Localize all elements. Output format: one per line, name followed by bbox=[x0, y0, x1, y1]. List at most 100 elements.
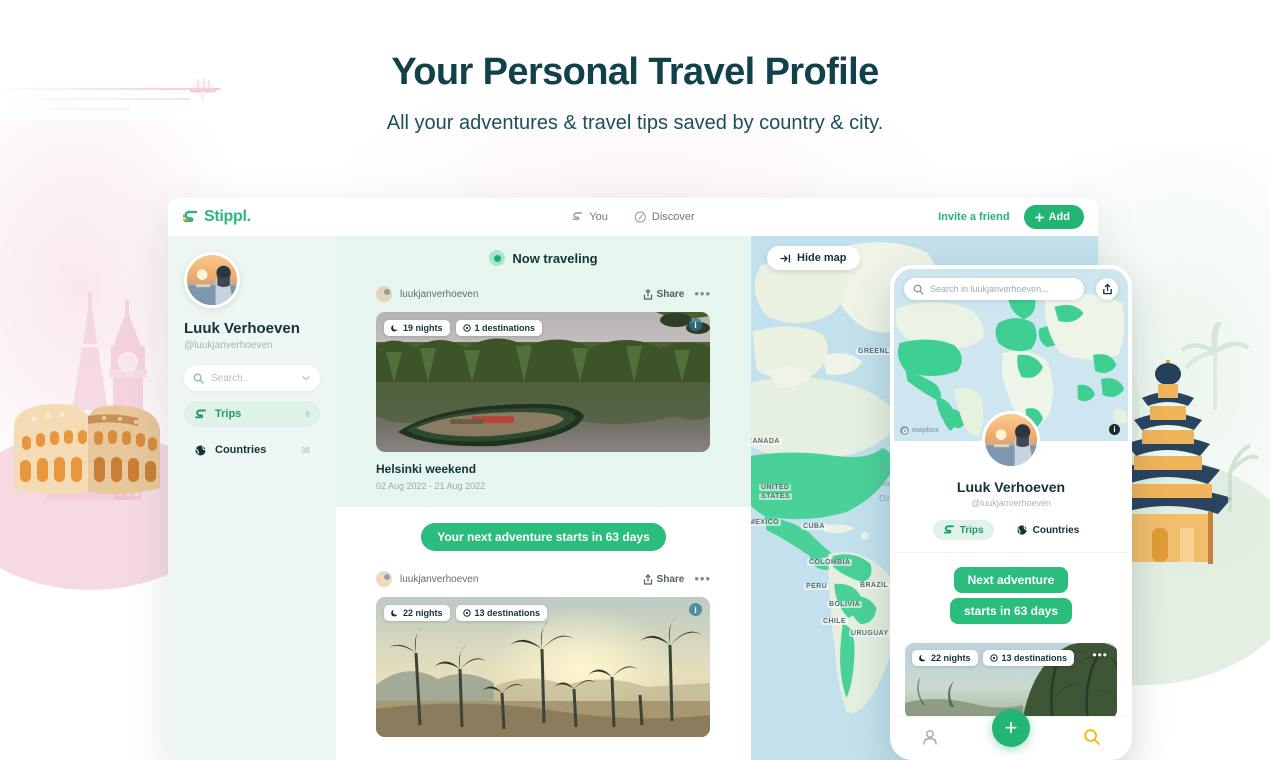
palm-tree-icon bbox=[1180, 322, 1250, 412]
share-button[interactable]: Share bbox=[643, 288, 685, 300]
live-dot-icon bbox=[489, 250, 506, 266]
info-badge[interactable]: i bbox=[689, 318, 702, 331]
destinations-chip-label: 13 destinations bbox=[1001, 653, 1068, 663]
stippl-logo-text: Stippl. bbox=[204, 208, 251, 225]
globe-icon bbox=[194, 444, 207, 457]
map-label: COLOMBIA bbox=[807, 559, 853, 566]
nav-item-discover[interactable]: Discover bbox=[634, 211, 695, 223]
app-topnav: You Discover bbox=[571, 211, 695, 223]
mapbox-logo-icon bbox=[900, 426, 909, 435]
post-header: luukjanverhoeven Share ••• bbox=[376, 571, 711, 587]
sidebar-item-countries-label: Countries bbox=[215, 444, 267, 456]
hide-map-button-label: Hide map bbox=[797, 252, 847, 264]
map-info-badge[interactable]: i bbox=[1109, 424, 1120, 435]
stippl-logo[interactable]: Stippl. bbox=[182, 208, 251, 226]
sidebar-item-trips[interactable]: Trips 6 bbox=[184, 401, 320, 427]
colosseum-icon bbox=[8, 388, 168, 508]
phone-divider bbox=[894, 552, 1128, 553]
phone-next-adventure: Next adventure starts in 63 days bbox=[894, 567, 1128, 629]
map-label: STATES bbox=[759, 493, 792, 500]
share-button[interactable]: Share bbox=[643, 573, 684, 585]
now-traveling-section: Now traveling luukjanverhoeven Share •••… bbox=[336, 236, 751, 507]
sidebar-item-countries-badge: 38 bbox=[301, 445, 310, 455]
location-pin-icon bbox=[462, 324, 471, 332]
nights-chip-label: 22 nights bbox=[931, 653, 971, 663]
trip-card[interactable]: 22 nights 13 destinations i bbox=[376, 597, 711, 737]
post-username[interactable]: luukjanverhoeven bbox=[400, 289, 478, 300]
sidebar-item-trips-label: Trips bbox=[215, 408, 242, 420]
post-username[interactable]: luukjanverhoeven bbox=[400, 574, 478, 585]
phone-trip-card[interactable]: 22 nights 13 destinations ••• bbox=[905, 643, 1117, 719]
trip-card-dates: 02 Aug 2022 - 21 Aug 2022 bbox=[376, 481, 486, 491]
phone-card-more-button[interactable]: ••• bbox=[1092, 649, 1108, 661]
map-label: CUBA bbox=[801, 523, 827, 530]
destinations-chip: 13 destinations bbox=[982, 650, 1075, 666]
trip-card-image: 19 nights 1 destinations i bbox=[376, 312, 710, 452]
info-badge[interactable]: i bbox=[689, 603, 702, 616]
page-subtitle: All your adventures & travel tips saved … bbox=[386, 111, 884, 134]
now-traveling-header: Now traveling bbox=[376, 250, 711, 266]
moon-icon bbox=[919, 654, 927, 662]
location-pin-icon bbox=[989, 654, 998, 662]
avatar[interactable] bbox=[376, 571, 392, 587]
search-icon bbox=[913, 284, 924, 295]
nav-item-you[interactable]: You bbox=[571, 211, 608, 223]
nights-chip-label: 19 nights bbox=[403, 323, 443, 333]
post-more-button[interactable]: ••• bbox=[694, 572, 711, 585]
avatar[interactable] bbox=[376, 286, 392, 302]
phone-tab-countries[interactable]: Countries bbox=[1006, 520, 1090, 540]
map-label: CANADA bbox=[751, 438, 782, 445]
moon-icon bbox=[391, 609, 399, 617]
nights-chip: 19 nights bbox=[384, 320, 450, 336]
sidebar-user-name: Luuk Verhoeven bbox=[184, 320, 300, 337]
map-label: UNITED bbox=[759, 484, 792, 491]
post-more-button[interactable]: ••• bbox=[694, 287, 711, 300]
sidebar-item-countries[interactable]: Countries 38 bbox=[184, 437, 320, 463]
phone-mockup: Search in luukjanverhoeven... mapbox i L… bbox=[890, 265, 1132, 760]
nav-item-you-label: You bbox=[589, 211, 608, 223]
trip-card[interactable]: 19 nights 1 destinations i Helsinki week bbox=[376, 312, 711, 491]
phone-tab-trips-label: Trips bbox=[959, 524, 984, 536]
phone-next-adventure-line1: Next adventure bbox=[953, 567, 1069, 593]
sidebar-search[interactable]: Search.. bbox=[184, 365, 320, 391]
next-adventure-badge: Your next adventure starts in 63 days bbox=[421, 523, 666, 551]
avatar[interactable] bbox=[184, 252, 240, 308]
phone-tab-countries-label: Countries bbox=[1032, 524, 1080, 536]
stippl-logo-mark bbox=[182, 209, 199, 226]
trip-card-image: 22 nights 13 destinations i bbox=[376, 597, 710, 737]
sidebar-search-placeholder: Search.. bbox=[211, 372, 249, 384]
location-pin-icon bbox=[462, 609, 471, 617]
trip-card-chips: 22 nights 13 destinations bbox=[384, 605, 548, 621]
globe-icon bbox=[1016, 524, 1028, 536]
sidebar-item-trips-badge: 6 bbox=[305, 409, 310, 419]
feed-column: Now traveling luukjanverhoeven Share •••… bbox=[336, 236, 751, 760]
map-label: BRAZIL bbox=[858, 582, 891, 589]
person-icon[interactable] bbox=[921, 728, 939, 746]
phone-add-button[interactable]: + bbox=[992, 709, 1030, 747]
hide-map-button[interactable]: Hide map bbox=[767, 246, 860, 270]
phone-search-input[interactable]: Search in luukjanverhoeven... bbox=[904, 278, 1084, 300]
phone-next-adventure-line2: starts in 63 days bbox=[949, 598, 1073, 624]
sidebar-user-handle: @luukjanverhoeven bbox=[184, 340, 273, 351]
share-icon bbox=[643, 573, 653, 585]
add-button[interactable]: Add bbox=[1023, 205, 1084, 229]
phone-tab-trips[interactable]: Trips bbox=[932, 520, 994, 540]
map-label: URUGUAY bbox=[849, 630, 891, 637]
plus-icon bbox=[1034, 212, 1044, 222]
share-button-label: Share bbox=[656, 288, 685, 300]
chevron-down-icon[interactable] bbox=[301, 373, 311, 383]
search-icon[interactable] bbox=[1083, 728, 1101, 746]
map-label: MEXICO bbox=[751, 519, 782, 526]
map-label: CHILE bbox=[821, 618, 848, 625]
page-title: Your Personal Travel Profile bbox=[391, 51, 879, 93]
phone-user-handle: @luukjanverhoeven bbox=[971, 498, 1051, 508]
phone-tabs: Trips Countries bbox=[904, 520, 1118, 540]
invite-friend-link[interactable]: Invite a friend bbox=[938, 211, 1010, 223]
share-icon bbox=[1102, 283, 1113, 295]
destinations-chip-label: 13 destinations bbox=[474, 608, 541, 618]
now-traveling-label: Now traveling bbox=[512, 250, 598, 266]
search-icon bbox=[193, 373, 204, 384]
phone-share-button[interactable] bbox=[1096, 278, 1118, 300]
post-header: luukjanverhoeven Share ••• bbox=[376, 286, 711, 302]
avatar[interactable] bbox=[982, 411, 1040, 469]
